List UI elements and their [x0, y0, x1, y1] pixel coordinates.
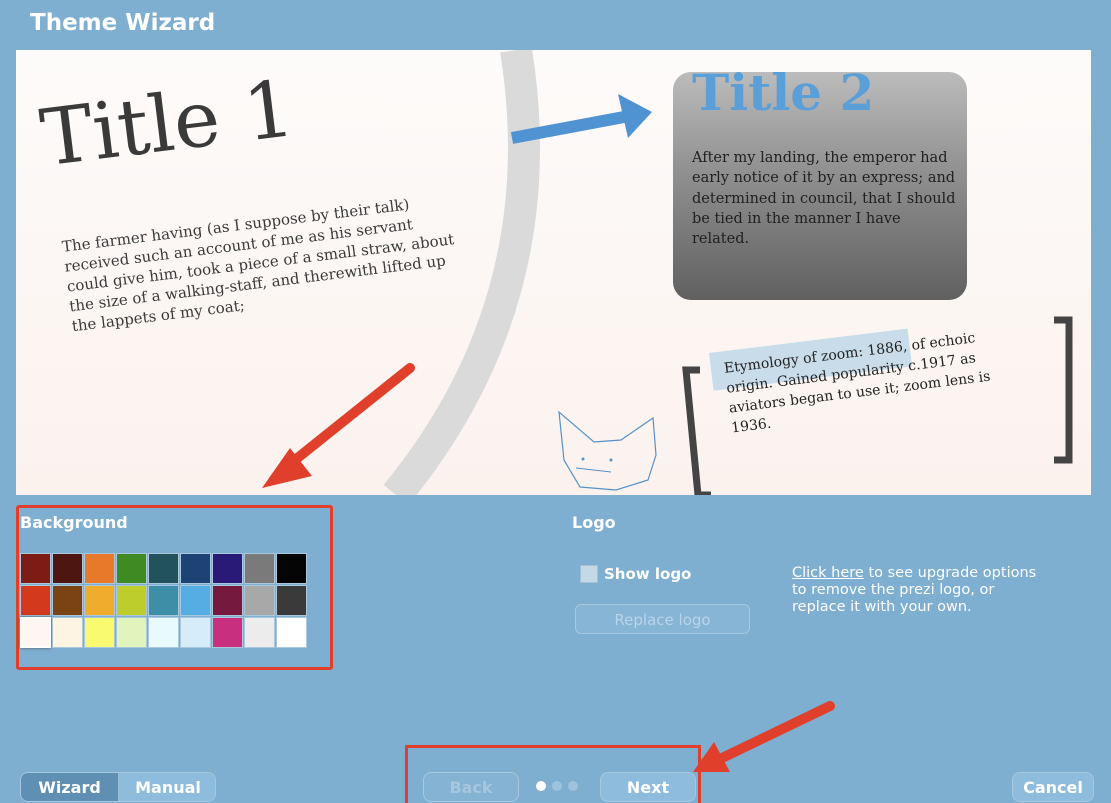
color-swatch[interactable] — [148, 617, 179, 648]
step-dot — [552, 781, 562, 791]
step-dot — [536, 781, 546, 791]
color-swatch[interactable] — [212, 553, 243, 584]
mode-toggle: Wizard Manual — [20, 772, 216, 802]
color-swatch[interactable] — [244, 585, 275, 616]
color-swatch[interactable] — [52, 585, 83, 616]
wizard-button[interactable]: Wizard — [21, 773, 119, 801]
color-swatch[interactable] — [244, 617, 275, 648]
replace-logo-button[interactable]: Replace logo — [575, 604, 750, 634]
color-swatch[interactable] — [180, 617, 211, 648]
click-here-link[interactable]: Click here — [792, 565, 864, 581]
show-logo-label[interactable]: Show logo — [604, 565, 691, 583]
color-swatch[interactable] — [84, 617, 115, 648]
color-swatch[interactable] — [52, 553, 83, 584]
color-swatch[interactable] — [20, 553, 51, 584]
upgrade-info: Click here to see upgrade options to rem… — [792, 565, 1052, 616]
color-swatch[interactable] — [52, 617, 83, 648]
step-dot — [568, 781, 578, 791]
color-swatch[interactable] — [276, 617, 307, 648]
theme-preview: Title 1 The farmer having (as I suppose … — [16, 50, 1091, 495]
color-swatch[interactable] — [20, 617, 51, 648]
color-swatch[interactable] — [212, 585, 243, 616]
background-label: Background — [20, 513, 128, 532]
color-swatch[interactable] — [84, 585, 115, 616]
next-button[interactable]: Next — [600, 772, 696, 802]
color-swatch[interactable] — [116, 585, 147, 616]
color-swatch[interactable] — [84, 553, 115, 584]
color-swatch[interactable] — [148, 553, 179, 584]
color-swatch[interactable] — [148, 585, 179, 616]
color-swatch[interactable] — [212, 617, 243, 648]
color-swatch[interactable] — [180, 585, 211, 616]
color-swatch[interactable] — [180, 553, 211, 584]
color-swatch[interactable] — [20, 585, 51, 616]
color-swatch[interactable] — [116, 553, 147, 584]
show-logo-checkbox[interactable] — [580, 565, 598, 583]
color-swatch[interactable] — [276, 585, 307, 616]
cancel-button[interactable]: Cancel — [1012, 772, 1094, 802]
manual-button[interactable]: Manual — [119, 773, 215, 801]
preview-paragraph-2: After my landing, the emperor had early … — [692, 150, 956, 248]
window-title: Theme Wizard — [30, 10, 216, 36]
logo-label: Logo — [572, 513, 616, 532]
background-color-swatches — [20, 553, 308, 649]
color-swatch[interactable] — [244, 553, 275, 584]
step-indicator — [536, 781, 578, 791]
preview-title-2: Title 2 — [692, 63, 875, 122]
back-button[interactable]: Back — [423, 772, 519, 802]
color-swatch[interactable] — [276, 553, 307, 584]
color-swatch[interactable] — [116, 617, 147, 648]
